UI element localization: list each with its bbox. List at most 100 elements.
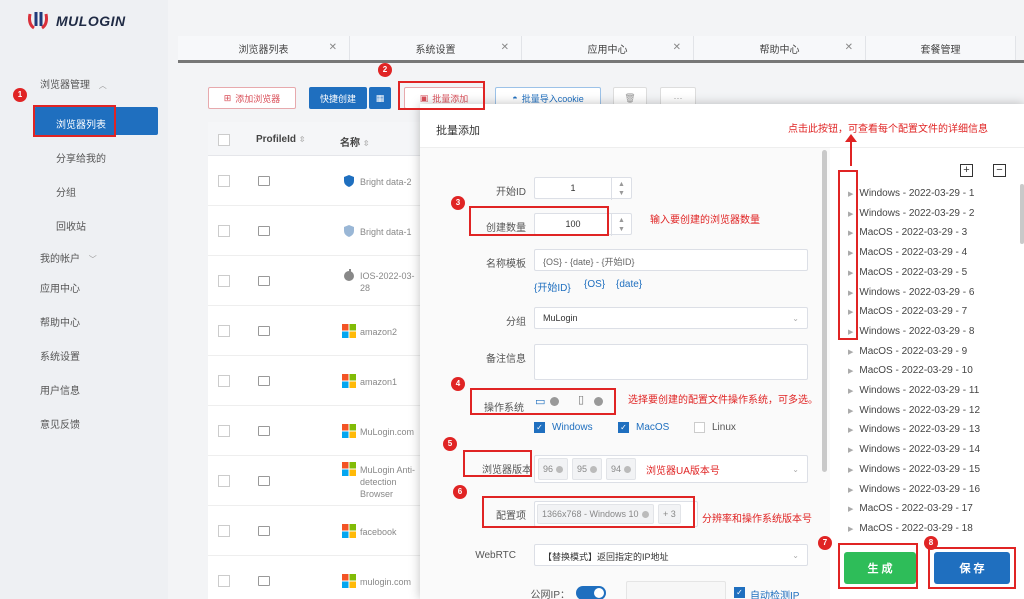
row-checkbox[interactable]	[218, 175, 230, 187]
table-row[interactable]: MuLogin.com	[208, 406, 424, 456]
caret-right-icon[interactable]: ▶	[848, 388, 853, 395]
form-scrollbar[interactable]	[822, 150, 827, 472]
row-checkbox[interactable]	[218, 525, 230, 537]
caret-right-icon[interactable]: ▶	[848, 349, 853, 356]
row-checkbox[interactable]	[218, 325, 230, 337]
tree-item[interactable]: ▶ MacOS - 2022-03-29 - 17	[848, 503, 973, 514]
tree-item[interactable]: ▶ MacOS - 2022-03-29 - 18	[848, 523, 973, 534]
select-all-checkbox[interactable]	[218, 134, 230, 146]
col-profile-id[interactable]: ProfileId ⇳	[256, 134, 306, 145]
remove-tag-icon[interactable]	[590, 466, 598, 474]
caret-right-icon[interactable]: ▶	[848, 506, 853, 513]
caret-right-icon[interactable]: ▶	[848, 368, 853, 375]
caret-right-icon[interactable]: ▶	[848, 427, 853, 434]
remove-tag-icon[interactable]	[624, 466, 632, 474]
caret-right-icon[interactable]: ▶	[848, 408, 853, 415]
tree-item[interactable]: ▶ Windows - 2022-03-29 - 11	[848, 385, 979, 396]
tab-browser-list[interactable]: 浏览器列表 ✕	[178, 36, 350, 60]
linux-checkbox[interactable]	[694, 422, 705, 433]
version-tag[interactable]: 96	[538, 458, 569, 480]
close-icon[interactable]: ✕	[329, 42, 337, 53]
tab-help-center[interactable]: 帮助中心 ✕	[694, 36, 866, 60]
menu-feedback[interactable]: 意见反馈	[40, 416, 80, 431]
tree-item[interactable]: ▶ Windows - 2022-03-29 - 6	[848, 287, 974, 298]
version-tag[interactable]: 95	[572, 458, 603, 480]
caret-right-icon[interactable]: ▶	[848, 467, 853, 474]
tree-item[interactable]: ▶ Windows - 2022-03-29 - 13	[848, 424, 980, 435]
note-textarea[interactable]	[534, 344, 808, 380]
close-icon[interactable]: ✕	[845, 42, 853, 53]
caret-right-icon[interactable]: ▶	[848, 447, 853, 454]
table-row[interactable]: facebook	[208, 506, 424, 556]
tree-item[interactable]: ▶ Windows - 2022-03-29 - 2	[848, 208, 974, 219]
menu-group[interactable]: 分组	[56, 184, 76, 199]
menu-my-account[interactable]: 我的帐户 ﹀	[40, 250, 97, 265]
row-checkbox[interactable]	[218, 425, 230, 437]
expand-all-icon[interactable]: +	[960, 164, 973, 177]
public-ip-toggle[interactable]	[576, 586, 606, 599]
table-row[interactable]: Bright data-1	[208, 206, 424, 256]
remove-tag-icon[interactable]	[556, 466, 564, 474]
menu-recycle[interactable]: 回收站	[56, 218, 86, 233]
row-checkbox[interactable]	[218, 375, 230, 387]
tree-item[interactable]: ▶ MacOS - 2022-03-29 - 7	[848, 306, 967, 317]
tree-item[interactable]: ▶ MacOS - 2022-03-29 - 5	[848, 267, 967, 278]
table-row[interactable]: IOS-2022-03-28	[208, 256, 424, 306]
menu-system-settings[interactable]: 系统设置	[40, 348, 80, 363]
tab-app-center[interactable]: 应用中心 ✕	[522, 36, 694, 60]
group-select[interactable]: MuLogin ⌄	[534, 307, 808, 329]
row-checkbox[interactable]	[218, 575, 230, 587]
stepper-icon[interactable]: ▲ ▼	[611, 178, 631, 200]
start-id-input[interactable]: 1 ▲ ▼	[534, 177, 632, 200]
close-icon[interactable]: ✕	[673, 42, 681, 53]
tree-item[interactable]: ▶ Windows - 2022-03-29 - 8	[848, 326, 974, 337]
row-checkbox[interactable]	[218, 225, 230, 237]
row-checkbox[interactable]	[218, 475, 230, 487]
macos-checkbox[interactable]: ✓	[618, 422, 629, 433]
add-browser-button[interactable]: ⊞ 添加浏览器	[208, 87, 296, 109]
group-label: 分组	[506, 317, 526, 328]
tag-date[interactable]: {date}	[616, 279, 642, 290]
close-icon[interactable]: ✕	[501, 42, 509, 53]
table-row[interactable]: Bright data-2	[208, 156, 424, 206]
caret-right-icon[interactable]: ▶	[848, 487, 853, 494]
col-name[interactable]: 名称 ⇳	[340, 134, 369, 149]
tree-scrollbar[interactable]	[1020, 184, 1024, 244]
quick-create-button[interactable]: 快捷创建	[309, 87, 367, 109]
menu-share[interactable]: 分享给我的	[56, 150, 106, 165]
tag-os[interactable]: {OS}	[584, 279, 605, 290]
table-row[interactable]: MuLogin Anti-detection Browser	[208, 456, 424, 506]
menu-app-center[interactable]: 应用中心	[40, 280, 80, 295]
tree-item[interactable]: ▶ MacOS - 2022-03-29 - 4	[848, 247, 967, 258]
menu-user-info[interactable]: 用户信息	[40, 382, 80, 397]
menu-browser-mgmt[interactable]: 浏览器管理 ︿	[40, 76, 107, 91]
tree-item[interactable]: ▶ Windows - 2022-03-29 - 1	[848, 188, 974, 199]
tree-item[interactable]: ▶ Windows - 2022-03-29 - 15	[848, 464, 980, 475]
tab-plan-mgmt[interactable]: 套餐管理	[866, 36, 1016, 60]
stepper-icon[interactable]: ▲ ▼	[611, 214, 631, 236]
version-tag[interactable]: 94	[606, 458, 637, 480]
name-template-input[interactable]: {OS} - {date} - {开始ID}	[534, 249, 808, 271]
table-row[interactable]: amazon2	[208, 306, 424, 356]
tree-item[interactable]: ▶ Windows - 2022-03-29 - 14	[848, 444, 980, 455]
collapse-all-icon[interactable]: −	[993, 164, 1006, 177]
tree-item[interactable]: ▶ MacOS - 2022-03-29 - 3	[848, 227, 967, 238]
windows-checkbox[interactable]: ✓	[534, 422, 545, 433]
table-row[interactable]: amazon1	[208, 356, 424, 406]
tab-system-settings[interactable]: 系统设置 ✕	[350, 36, 522, 60]
tree-item-label: Windows - 2022-03-29 - 16	[859, 483, 981, 495]
public-ip-input[interactable]	[626, 581, 726, 599]
row-checkbox[interactable]	[218, 275, 230, 287]
tree-item-label: Windows - 2022-03-29 - 6	[859, 286, 975, 298]
caret-right-icon[interactable]: ▶	[848, 526, 853, 533]
tree-item[interactable]: ▶ MacOS - 2022-03-29 - 9	[848, 346, 967, 357]
webrtc-select[interactable]: 【替换模式】返回指定的IP地址 ⌄	[534, 544, 808, 566]
tree-item[interactable]: ▶ MacOS - 2022-03-29 - 10	[848, 365, 973, 376]
tree-item[interactable]: ▶ Windows - 2022-03-29 - 12	[848, 405, 980, 416]
tag-start-id[interactable]: {开始ID}	[534, 279, 571, 294]
grid-icon[interactable]: ▦	[369, 87, 391, 109]
tree-item[interactable]: ▶ Windows - 2022-03-29 - 16	[848, 484, 980, 495]
auto-detect-ip-checkbox[interactable]: ✓	[734, 587, 745, 598]
menu-help-center[interactable]: 帮助中心	[40, 314, 80, 329]
table-row[interactable]: mulogin.com	[208, 556, 424, 599]
